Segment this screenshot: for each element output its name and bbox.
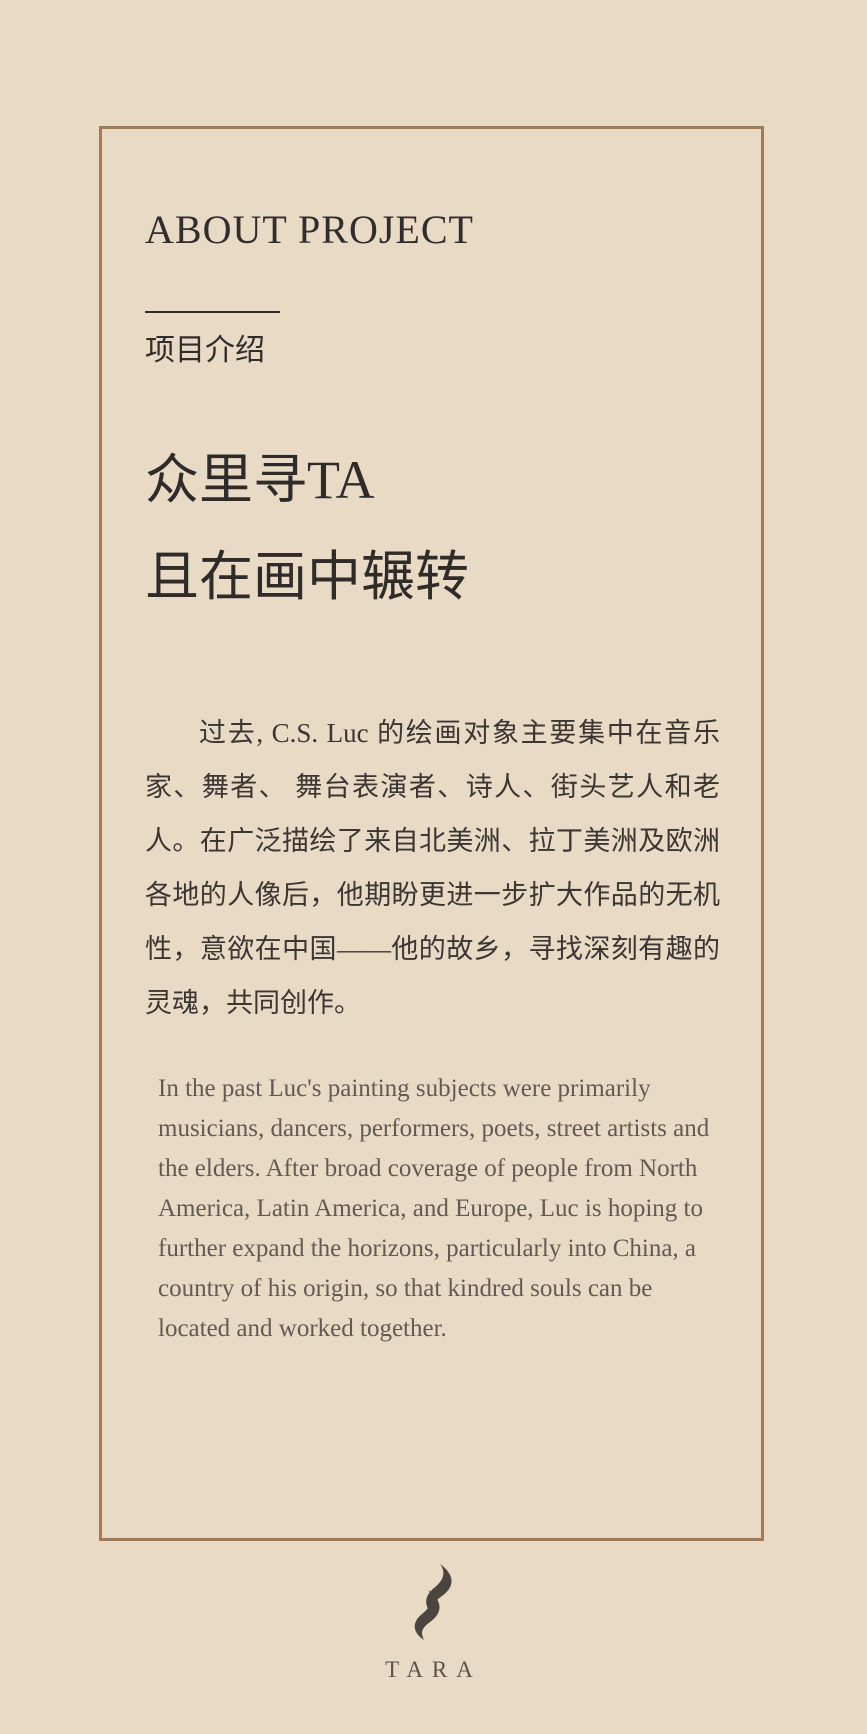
- title-divider: [145, 311, 280, 313]
- section-subtitle: 项目介绍: [145, 334, 265, 367]
- flame-swirl-logo-icon: [414, 1564, 452, 1640]
- brand-block: TARA: [0, 1562, 867, 1682]
- headline-line-1: 众里寻TA: [145, 450, 375, 510]
- section-title: ABOUT PROJECT: [145, 207, 474, 252]
- headline-line-2: 且在画中辗转: [145, 547, 469, 607]
- chinese-description: 过去, C.S. Luc 的绘画对象主要集中在音乐家、舞者、 舞台表演者、诗人、…: [145, 718, 720, 1018]
- brand-name: TARA: [385, 1657, 482, 1682]
- english-description: In the past Luc's painting subjects were…: [158, 1075, 710, 1342]
